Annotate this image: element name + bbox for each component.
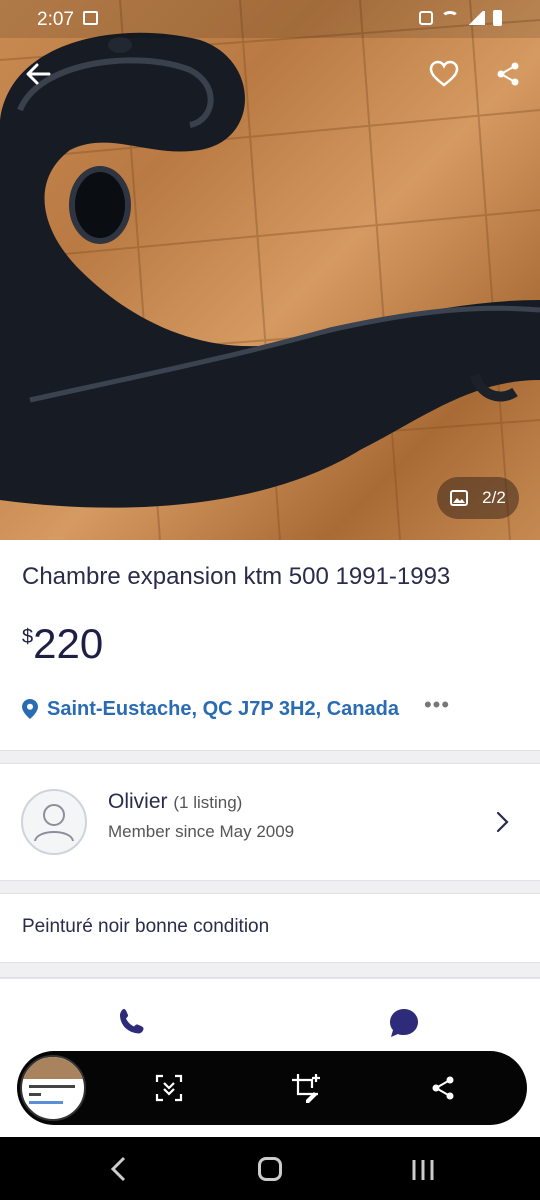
location-pin-icon	[22, 699, 38, 719]
listing-title: Chambre expansion ktm 500 1991-1993	[22, 563, 451, 590]
share-button[interactable]	[486, 52, 530, 96]
back-arrow-icon	[26, 63, 51, 85]
share-icon	[432, 1076, 454, 1100]
share-icon	[497, 62, 519, 86]
battery-icon	[493, 10, 502, 26]
system-navigation-bar	[0, 1137, 540, 1200]
heart-icon	[429, 60, 459, 87]
seller-card[interactable]: Olivier (1 listing) Member since May 200…	[0, 762, 540, 880]
listing-location[interactable]: Saint-Eustache, QC J7P 3H2, Canada •••	[22, 692, 450, 722]
crop-edit-icon	[292, 1074, 320, 1103]
screenshot-toolbar	[17, 1051, 527, 1125]
listing-description: Peinturé noir bonne condition	[22, 916, 270, 937]
favorite-button[interactable]	[422, 52, 466, 96]
call-button[interactable]	[118, 1007, 146, 1040]
section-divider	[0, 880, 540, 894]
section-divider	[0, 962, 540, 978]
seller-name-line: Olivier (1 listing)	[108, 790, 242, 814]
nav-home-button[interactable]	[258, 1157, 282, 1181]
screenshot-thumbnail[interactable]	[20, 1055, 86, 1121]
crop-edit-button[interactable]	[288, 1070, 324, 1106]
gallery-notification-icon	[83, 11, 98, 25]
listing-photo[interactable]: 2:07 2/2	[0, 0, 540, 540]
status-bar: 2:07	[0, 0, 540, 38]
user-avatar-icon	[34, 804, 74, 842]
avatar	[21, 789, 87, 855]
message-button[interactable]	[388, 1007, 420, 1044]
scroll-capture-button[interactable]	[151, 1070, 187, 1106]
toolbar-share-button[interactable]	[425, 1070, 461, 1106]
price-currency: $	[22, 626, 34, 648]
notification-icon	[419, 11, 433, 25]
image-counter: 2/2	[437, 477, 519, 519]
seller-name: Olivier	[108, 790, 168, 813]
image-icon	[450, 490, 469, 506]
signal-icon	[467, 11, 485, 25]
phone-icon	[120, 1009, 144, 1034]
seller-listing-count: (1 listing)	[173, 793, 243, 812]
location-text[interactable]: Saint-Eustache, QC J7P 3H2, Canada	[47, 698, 399, 721]
contact-action-bar	[0, 978, 540, 1060]
listing-price: $220	[22, 620, 103, 668]
wifi-icon	[441, 11, 459, 25]
back-button[interactable]	[16, 52, 60, 96]
seller-member-since: Member since May 2009	[108, 822, 295, 841]
chevron-right-icon	[496, 811, 509, 833]
status-time: 2:07	[37, 9, 74, 30]
scroll-capture-icon	[155, 1074, 183, 1102]
more-options-button[interactable]: •••	[424, 692, 450, 718]
image-counter-text: 2/2	[482, 488, 506, 507]
chat-bubble-icon	[390, 1009, 418, 1037]
nav-recents-button[interactable]	[410, 1157, 436, 1183]
nav-back-button[interactable]	[106, 1155, 132, 1183]
price-amount: 220	[33, 620, 104, 667]
